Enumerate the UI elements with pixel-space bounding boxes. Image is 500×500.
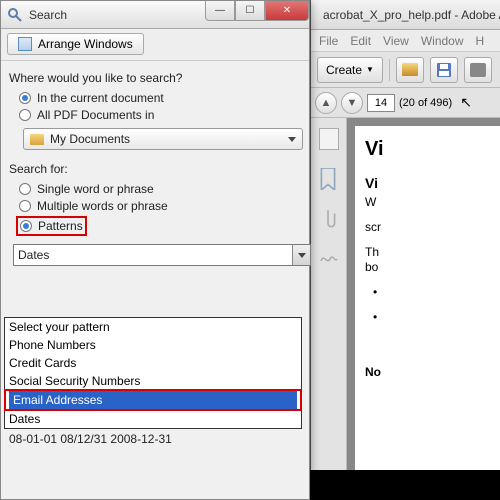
acrobat-page-area: Vi Vi W scr Thbo • • No bbox=[347, 118, 500, 500]
search-title: Search bbox=[29, 8, 67, 22]
example-2: 08-01-01 08/12/31 2008-12-31 bbox=[9, 430, 301, 448]
menu-window[interactable]: Window bbox=[421, 34, 464, 48]
where-label: Where would you like to search? bbox=[9, 71, 301, 85]
search-window-icon bbox=[7, 7, 23, 23]
minimize-button[interactable]: — bbox=[205, 1, 235, 21]
search-titlebar: Search — ☐ ✕ bbox=[1, 1, 309, 29]
page-count: (20 of 496) bbox=[399, 97, 452, 109]
pattern-value: Dates bbox=[18, 248, 49, 262]
create-button[interactable]: Create ▼ bbox=[317, 57, 383, 83]
acrobat-body: Vi Vi W scr Thbo • • No bbox=[311, 118, 500, 500]
menu-file[interactable]: File bbox=[319, 34, 338, 48]
list-item-highlighted[interactable]: Email Addresses bbox=[4, 389, 302, 411]
doc-heading: Vi bbox=[365, 138, 490, 161]
acrobat-sidebar bbox=[311, 118, 347, 500]
radio-icon bbox=[20, 220, 32, 232]
acrobat-toolbar: Create ▼ bbox=[311, 52, 500, 88]
acrobat-document: Vi Vi W scr Thbo • • No bbox=[355, 126, 500, 500]
menu-edit[interactable]: Edit bbox=[350, 34, 371, 48]
print-button[interactable] bbox=[464, 57, 492, 83]
save-button[interactable] bbox=[430, 57, 458, 83]
acrobat-title: acrobat_X_pro_help.pdf - Adobe A bbox=[323, 8, 500, 22]
radio-current-label: In the current document bbox=[37, 91, 164, 105]
pattern-dropdown-list[interactable]: Select your pattern Phone Numbers Credit… bbox=[4, 317, 302, 429]
page-input[interactable] bbox=[367, 94, 395, 112]
chevron-down-icon: ▼ bbox=[366, 65, 374, 74]
close-button[interactable]: ✕ bbox=[265, 1, 309, 21]
acrobat-nav: ▲ ▼ (20 of 496) ↖ bbox=[311, 88, 500, 118]
arrange-icon bbox=[18, 37, 32, 51]
folder-value: My Documents bbox=[50, 132, 130, 146]
radio-multiple-words[interactable]: Multiple words or phrase bbox=[19, 199, 301, 213]
chevron-down-icon bbox=[288, 137, 296, 142]
radio-icon bbox=[19, 200, 31, 212]
search-for-label: Search for: bbox=[9, 162, 301, 176]
radio-current-document[interactable]: In the current document bbox=[19, 91, 301, 105]
folder-icon bbox=[30, 134, 44, 145]
signature-icon[interactable] bbox=[319, 248, 339, 270]
folder-open-icon bbox=[402, 63, 418, 76]
list-item[interactable]: Email Addresses bbox=[9, 391, 297, 409]
radio-single-label: Single word or phrase bbox=[37, 182, 154, 196]
menu-view[interactable]: View bbox=[383, 34, 409, 48]
black-strip bbox=[310, 470, 500, 500]
arrange-label: Arrange Windows bbox=[38, 37, 133, 51]
attachment-icon[interactable] bbox=[319, 208, 339, 230]
bookmark-icon[interactable] bbox=[319, 168, 339, 190]
radio-icon bbox=[19, 92, 31, 104]
arrange-bar: Arrange Windows bbox=[1, 29, 309, 61]
printer-icon bbox=[470, 63, 486, 77]
open-button[interactable] bbox=[396, 57, 424, 83]
radio-icon bbox=[19, 109, 31, 121]
radio-single-word[interactable]: Single word or phrase bbox=[19, 182, 301, 196]
radio-all-label: All PDF Documents in bbox=[37, 108, 154, 122]
folder-dropdown[interactable]: My Documents bbox=[23, 128, 303, 150]
arrange-windows-button[interactable]: Arrange Windows bbox=[7, 33, 144, 55]
dropdown-button[interactable] bbox=[292, 245, 310, 265]
cursor-icon: ↖ bbox=[460, 94, 472, 111]
list-item[interactable]: Credit Cards bbox=[5, 354, 301, 372]
acrobat-titlebar: acrobat_X_pro_help.pdf - Adobe A bbox=[311, 0, 500, 30]
create-label: Create bbox=[326, 63, 362, 77]
acrobat-menu[interactable]: File Edit View Window H bbox=[311, 30, 500, 52]
radio-icon bbox=[19, 183, 31, 195]
thumbnails-icon[interactable] bbox=[319, 128, 339, 150]
radio-multiple-label: Multiple words or phrase bbox=[37, 199, 168, 213]
doc-subheading: Vi bbox=[365, 175, 490, 191]
list-item[interactable]: Select your pattern bbox=[5, 318, 301, 336]
pattern-dropdown[interactable]: Dates bbox=[13, 244, 311, 266]
radio-patterns-label: Patterns bbox=[38, 219, 83, 233]
radio-patterns[interactable]: Patterns bbox=[19, 216, 301, 236]
save-icon bbox=[436, 62, 452, 78]
page-down-button[interactable]: ▼ bbox=[341, 92, 363, 114]
menu-help[interactable]: H bbox=[476, 34, 485, 48]
acrobat-window: acrobat_X_pro_help.pdf - Adobe A File Ed… bbox=[310, 0, 500, 500]
chevron-down-icon bbox=[298, 253, 306, 258]
list-item[interactable]: Social Security Numbers bbox=[5, 372, 301, 390]
list-item[interactable]: Dates bbox=[5, 410, 301, 428]
window-buttons: — ☐ ✕ bbox=[205, 1, 309, 21]
radio-all-pdf[interactable]: All PDF Documents in bbox=[19, 108, 301, 122]
maximize-button[interactable]: ☐ bbox=[235, 1, 265, 21]
page-up-button[interactable]: ▲ bbox=[315, 92, 337, 114]
list-item[interactable]: Phone Numbers bbox=[5, 336, 301, 354]
